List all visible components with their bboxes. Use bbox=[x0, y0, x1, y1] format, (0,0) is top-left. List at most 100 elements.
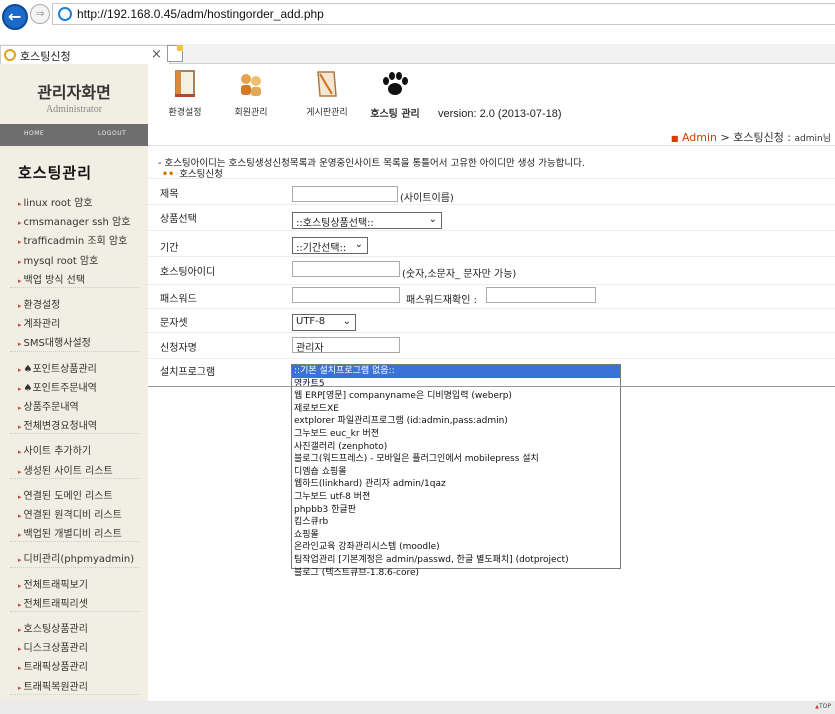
install-option[interactable]: 킴스큐rb bbox=[292, 516, 620, 529]
install-option[interactable]: 웹하드(linkhard) 관리자 admin/1qaz bbox=[292, 478, 620, 491]
sidebar-item[interactable]: 생성된 사이트 리스트 bbox=[18, 462, 113, 477]
sidebar-separator bbox=[10, 477, 140, 479]
sidebar-item[interactable]: 디비관리(phpmyadmin) bbox=[18, 550, 135, 565]
install-option[interactable]: 웹 ERP[영문] companyname은 디비명입력 (weberp) bbox=[292, 390, 620, 403]
menu-members[interactable]: 회원관리 bbox=[218, 68, 284, 120]
install-option[interactable]: phpbb3 한글판 bbox=[292, 504, 620, 517]
sidebar-item[interactable]: 계좌관리 bbox=[18, 315, 61, 330]
home-link[interactable]: HOME bbox=[24, 130, 44, 137]
label-title: 제목 bbox=[160, 189, 179, 200]
forward-arrow-icon[interactable]: ⇒ bbox=[30, 4, 50, 24]
breadcrumb-bullet-icon: ■ bbox=[670, 134, 679, 143]
sidebar-item[interactable]: 사이트 추가하기 bbox=[18, 442, 92, 457]
board-icon bbox=[317, 71, 337, 97]
label-product: 상품선택 bbox=[160, 214, 197, 225]
sidebar-item[interactable]: 환경설정 bbox=[18, 296, 61, 311]
tab-title: 호스팅신청 bbox=[20, 50, 71, 63]
applicant-input[interactable]: 관리자 bbox=[292, 337, 400, 354]
sidebar-title: 호스팅관리 bbox=[18, 164, 93, 182]
breadcrumb: ■ Admin > 호스팅신청 : admin님 bbox=[671, 129, 831, 145]
tab-close-icon[interactable]: × bbox=[151, 47, 162, 62]
menu-settings[interactable]: 환경설정 bbox=[152, 68, 218, 120]
sidebar-item[interactable]: 트래픽상품관리 bbox=[18, 658, 88, 673]
sidebar-item[interactable]: 전체변경요청내역 bbox=[18, 417, 98, 432]
sidebar-item[interactable]: 전체트래픽보기 bbox=[18, 576, 88, 591]
main-content: - 호스팅아이디는 호스팅생성신청목록과 운영중인사이트 목록을 통틀어서 고유… bbox=[148, 146, 835, 701]
install-option[interactable]: ::기본 설치프로그램 없음:: bbox=[292, 365, 620, 378]
sidebar-item[interactable]: 백업 방식 선택 bbox=[18, 271, 86, 286]
install-program-listbox[interactable]: ::기본 설치프로그램 없음:: 영카트5 웹 ERP[영문] companynam… bbox=[291, 364, 621, 578]
row-charset: 문자셋 UTF-8 ⌄ bbox=[148, 308, 835, 332]
install-option[interactable]: 영카트5 bbox=[292, 378, 620, 391]
sidebar: 호스팅관리 linux root 암호 cmsmanager ssh 암호 traf… bbox=[0, 146, 148, 714]
chevron-down-icon: ⌄ bbox=[354, 239, 363, 250]
password-confirm-input[interactable] bbox=[486, 287, 596, 303]
back-arrow-icon[interactable]: ← bbox=[2, 4, 28, 30]
install-option[interactable]: 그누보드 utf-8 버젼 bbox=[292, 491, 620, 504]
install-option[interactable]: 사진갤러리 (zenphoto) bbox=[292, 441, 620, 454]
install-option[interactable]: 제로보드XE bbox=[292, 403, 620, 416]
members-icon bbox=[241, 74, 261, 96]
row-hosting-id: 호스팅아이디 (숫자,소문자_ 문자만 가능) bbox=[148, 256, 835, 282]
ie-page-icon bbox=[58, 7, 72, 21]
new-tab-icon[interactable] bbox=[167, 45, 183, 62]
charset-select[interactable]: UTF-8 ⌄ bbox=[292, 314, 356, 331]
sidebar-item[interactable]: 상품주문내역 bbox=[18, 398, 79, 413]
install-option[interactable]: 블로그 (텍스트큐브-1.8.6-core) bbox=[292, 567, 620, 580]
label-charset: 문자셋 bbox=[160, 318, 188, 329]
install-option[interactable]: 디엠숍 쇼핑몰 bbox=[292, 466, 620, 479]
browser-tab-bar: 호스팅신청 × bbox=[0, 44, 835, 64]
row-title: 제목 (사이트이름) bbox=[148, 178, 835, 204]
sidebar-item[interactable]: 연결된 원격디비 리스트 bbox=[18, 506, 122, 521]
install-option[interactable]: 팀작업관리 [기본계정은 admin/passwd, 한글 별도패치] (dot… bbox=[292, 554, 620, 567]
breadcrumb-admin[interactable]: Admin bbox=[682, 131, 717, 144]
sidebar-item[interactable]: linux root 암호 bbox=[18, 194, 93, 209]
sidebar-item[interactable]: 전체트래픽리셋 bbox=[18, 595, 88, 610]
sidebar-item[interactable]: SMS대행사설정 bbox=[18, 334, 91, 349]
label-applicant: 신청자명 bbox=[160, 343, 197, 354]
hosting-id-hint: (숫자,소문자_ 문자만 가능) bbox=[402, 269, 517, 280]
browser-tab-hosting[interactable]: 호스팅신청 × bbox=[0, 45, 170, 64]
title-input[interactable] bbox=[292, 186, 398, 202]
brand-subtitle: Administrator bbox=[45, 104, 103, 115]
install-option[interactable]: 블로그(워드프레스) - 모바일은 플러그인에서 mobilepress 설치 bbox=[292, 453, 620, 466]
url-field[interactable]: http://192.168.0.45/adm/hostingorder_add… bbox=[52, 3, 835, 25]
sidebar-separator bbox=[10, 693, 140, 695]
sidebar-item[interactable]: ♠포인트상품관리 bbox=[18, 360, 97, 375]
menu-boards[interactable]: 게시판관리 bbox=[294, 68, 360, 120]
logout-link[interactable]: LOGOUT bbox=[98, 130, 126, 137]
password-confirm-label: 패스워드재확인 : bbox=[406, 295, 477, 306]
sidebar-item[interactable]: mysql root 암호 bbox=[18, 252, 99, 267]
sidebar-item[interactable]: 디스크상품관리 bbox=[18, 639, 88, 654]
sidebar-separator bbox=[10, 566, 140, 568]
install-option[interactable]: 그누보드 euc_kr 버젼 bbox=[292, 428, 620, 441]
breadcrumb-user: admin님 bbox=[794, 134, 831, 144]
sidebar-item[interactable]: 연결된 도메인 리스트 bbox=[18, 487, 113, 502]
sidebar-separator bbox=[10, 287, 140, 288]
title-hint: (사이트이름) bbox=[400, 193, 454, 204]
sidebar-item[interactable]: 백업된 개별디비 리스트 bbox=[18, 525, 122, 540]
label-hosting-id: 호스팅아이디 bbox=[160, 267, 216, 278]
chevron-down-icon: ⌄ bbox=[342, 316, 351, 327]
product-select[interactable]: ::호스팅상품선택:: ⌄ bbox=[292, 212, 442, 229]
sidebar-item[interactable]: trafficadmin 조회 암호 bbox=[18, 232, 128, 247]
password-input[interactable] bbox=[292, 287, 400, 303]
home-logout-bar: HOME LOGOUT bbox=[0, 124, 148, 146]
sidebar-item[interactable]: 트래픽복원관리 bbox=[18, 678, 88, 693]
sidebar-item[interactable]: ♠포인트주문내역 bbox=[18, 379, 97, 394]
hosting-id-input[interactable] bbox=[292, 261, 400, 277]
install-option[interactable]: extplorer 파일관리프로그램 (id:admin,pass:admin) bbox=[292, 415, 620, 428]
install-option[interactable]: 쇼핑몰 bbox=[292, 529, 620, 542]
top-link[interactable]: TOP bbox=[815, 703, 831, 710]
label-password: 패스워드 bbox=[160, 294, 197, 305]
breadcrumb-current: > 호스팅신청 : bbox=[717, 131, 795, 144]
sidebar-item[interactable]: cmsmanager ssh 암호 bbox=[18, 213, 131, 228]
version-label: version: 2.0 (2013-07-18) bbox=[438, 108, 562, 120]
install-option[interactable]: 온라인교육 강좌관리시스템 (moodle) bbox=[292, 541, 620, 554]
period-select[interactable]: ::기간선택:: ⌄ bbox=[292, 237, 368, 254]
brand-block: 관리자화면 Administrator bbox=[0, 64, 148, 124]
chevron-down-icon: ⌄ bbox=[428, 214, 437, 225]
url-text: http://192.168.0.45/adm/hostingorder_add… bbox=[77, 7, 324, 21]
menu-hosting[interactable]: 호스팅 관리 bbox=[362, 68, 428, 120]
sidebar-item[interactable]: 호스팅상품관리 bbox=[18, 620, 88, 635]
